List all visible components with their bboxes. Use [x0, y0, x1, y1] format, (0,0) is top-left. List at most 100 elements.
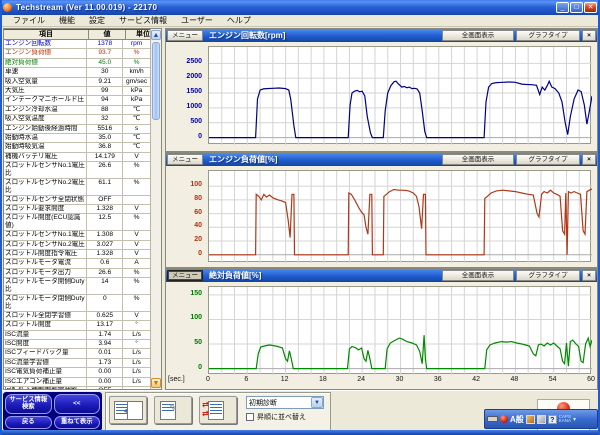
fullscreen-button[interactable]: 全画面表示 — [442, 154, 514, 165]
menu-item-1[interactable]: 機能 — [52, 15, 82, 26]
table-row[interactable]: スロットルモータ閉側Duty比0% — [4, 295, 150, 312]
y-tick-label: 100 — [166, 314, 202, 321]
row-value: 26.6 — [87, 269, 123, 277]
table-row[interactable]: 車速30km/h — [4, 68, 150, 77]
close-button[interactable]: ✕ — [584, 2, 597, 13]
table-row[interactable]: 回転低下時制御判定状態OFF — [4, 387, 150, 389]
table-row[interactable]: インテークマニホールド圧94kPa — [4, 96, 150, 105]
table-row[interactable]: 大気圧99kPa — [4, 87, 150, 96]
scroll-down-icon[interactable]: ▼ — [151, 378, 161, 388]
row-item-label: 始動時吸気温 — [4, 143, 87, 151]
table-row[interactable]: 吸入空気量9.21gm/sec — [4, 78, 150, 87]
row-item-label: 始動時水温 — [4, 134, 87, 142]
table-row[interactable]: ISC流量1.74L/s — [4, 331, 150, 340]
chart-close-button[interactable]: × — [582, 270, 596, 281]
overlay-display-button[interactable]: 重ねて表示 — [54, 416, 101, 429]
table-row[interactable]: 吸入空気温度32℃ — [4, 115, 150, 124]
chart-close-button[interactable]: × — [582, 30, 596, 41]
y-tick-label: 0 — [166, 133, 202, 140]
ime-language-bar: A般 ? CAPS KANA ▾ — [484, 409, 598, 429]
table-row[interactable]: スロットルモータ電流0.6A — [4, 259, 150, 268]
row-value: 36.8 — [87, 143, 123, 151]
row-value: 3.027 — [87, 241, 123, 249]
minimize-button[interactable]: _ — [556, 2, 569, 13]
y-tick-label: 20 — [166, 236, 202, 243]
sort-ascending-checkbox[interactable]: 昇順に並べ替え — [246, 412, 324, 422]
row-unit: V — [123, 231, 150, 239]
row-unit: L/s — [123, 378, 150, 386]
table-row[interactable]: スロットルモータ開側Duty比14% — [4, 278, 150, 295]
sort-items-button[interactable]: ⇄ ⇄ — [199, 396, 237, 424]
chart-menu-button[interactable]: メニュー — [167, 270, 203, 281]
table-row[interactable]: スロットルセンサNo.1電圧比26.6% — [4, 162, 150, 179]
y-tick-label: 2500 — [166, 58, 202, 65]
graph-type-button[interactable]: グラフタイプ — [516, 154, 580, 165]
menu-item-3[interactable]: サービス情報 — [112, 15, 174, 26]
table-row[interactable]: ISCフィードバック量0.01L/s — [4, 349, 150, 358]
table-row[interactable]: スロットル要求開度1.328V — [4, 205, 150, 214]
ime-help-icon[interactable]: ? — [548, 415, 557, 424]
row-item-label: スロットルセンサNo.2電圧 — [4, 241, 87, 249]
table-row[interactable]: エンジン始動後経過時間5516s — [4, 125, 150, 134]
table-scrollbar[interactable]: ▲ ▼ — [150, 29, 161, 389]
ime-collapse-icon[interactable]: ▾ — [573, 416, 576, 423]
row-item-label: スロットル開度(ECU認識値) — [4, 214, 87, 230]
ime-input-mode[interactable]: A般 — [510, 414, 524, 425]
record-snapshot-button[interactable]: ✎ — [154, 396, 192, 424]
table-row[interactable]: 絶対負荷値45.0% — [4, 59, 150, 68]
y-tick-label: 1000 — [166, 103, 202, 110]
table-row[interactable]: エンジン回転数1378rpm — [4, 40, 150, 49]
chart-menu-button[interactable]: メニュー — [167, 154, 203, 165]
ime-ball-icon[interactable] — [500, 415, 508, 423]
table-rows: エンジン回転数1378rpmエンジン負荷値93.7%絶対負荷値45.0%車速30… — [4, 40, 150, 389]
keyboard-icon[interactable] — [487, 416, 498, 422]
app-icon — [3, 3, 12, 12]
chart-menu-button[interactable]: メニュー — [167, 30, 203, 41]
fullscreen-button[interactable]: 全画面表示 — [442, 270, 514, 281]
y-tick-label: 100 — [166, 181, 202, 188]
table-row[interactable]: スロットルセンサ全閉状態OFF — [4, 196, 150, 205]
table-row[interactable]: スロットル開度指令電圧1.328V — [4, 250, 150, 259]
service-info-search-button[interactable]: サービス情報検索 — [5, 394, 52, 414]
table-row[interactable]: スロットルセンサNo.1電圧1.308V — [4, 231, 150, 240]
table-row[interactable]: エンジン負荷値93.7% — [4, 49, 150, 58]
scroll-up-icon[interactable]: ▲ — [151, 30, 161, 40]
diagnosis-mode-dropdown[interactable]: 初期診断 ▼ — [246, 396, 324, 409]
table-row[interactable]: 補機バッテリ電圧14.179V — [4, 153, 150, 162]
maximize-button[interactable]: □ — [570, 2, 583, 13]
menu-item-5[interactable]: ヘルプ — [220, 15, 258, 26]
menu-item-4[interactable]: ユーザー — [174, 15, 220, 26]
table-row[interactable]: スロットル開度(ECU認識値)12.5% — [4, 214, 150, 231]
scrollbar-thumb[interactable] — [152, 42, 160, 120]
table-row[interactable]: ISC開度3.94° — [4, 340, 150, 349]
ime-tools-icon[interactable] — [526, 415, 535, 424]
graph-type-button[interactable]: グラフタイプ — [516, 270, 580, 281]
collapse-button[interactable]: << — [54, 394, 101, 414]
data-list-view-button[interactable]: ◂ — [109, 396, 147, 424]
table-row[interactable]: スロットルモータ出力26.6% — [4, 269, 150, 278]
row-value: 14 — [87, 278, 123, 294]
graph-type-button[interactable]: グラフタイプ — [516, 30, 580, 41]
table-row[interactable]: スロットル全閉学習値0.625V — [4, 312, 150, 321]
fullscreen-button[interactable]: 全画面表示 — [442, 30, 514, 41]
table-row[interactable]: スロットル開度13.17° — [4, 321, 150, 330]
menu-item-0[interactable]: ファイル — [6, 15, 52, 26]
row-unit: L/s — [123, 368, 150, 376]
chart-close-button[interactable]: × — [582, 154, 596, 165]
ime-pen-icon[interactable] — [537, 415, 546, 424]
checkbox-icon[interactable] — [246, 413, 254, 421]
table-row[interactable]: 始動時吸気温36.8℃ — [4, 143, 150, 152]
table-row[interactable]: ISCエアコン補正量0.00L/s — [4, 378, 150, 387]
row-item-label: エンジン冷却水温 — [4, 106, 87, 114]
row-value: 0.625 — [87, 312, 123, 320]
chevron-down-icon[interactable]: ▼ — [311, 397, 323, 408]
chart-body: 020406080100 — [166, 166, 597, 268]
back-button[interactable]: 戻る — [5, 416, 52, 429]
table-row[interactable]: エンジン冷却水温88℃ — [4, 106, 150, 115]
table-row[interactable]: スロットルセンサNo.2電圧3.027V — [4, 241, 150, 250]
table-row[interactable]: スロットルセンサNo.2電圧比61.1% — [4, 179, 150, 196]
menu-item-2[interactable]: 設定 — [82, 15, 112, 26]
table-row[interactable]: ISC流量学習値1.73L/s — [4, 359, 150, 368]
table-row[interactable]: ISC電気負荷補正量0.00L/s — [4, 368, 150, 377]
table-row[interactable]: 始動時水温35.0℃ — [4, 134, 150, 143]
